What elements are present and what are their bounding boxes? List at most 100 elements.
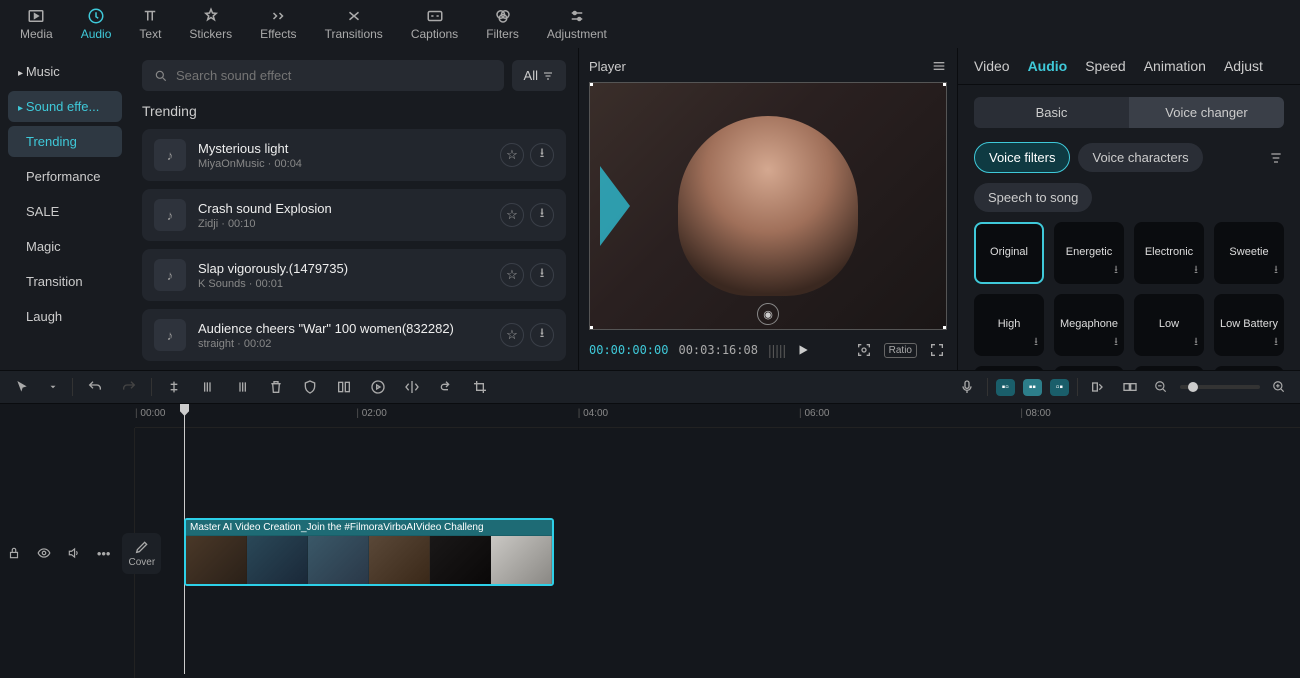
- track-area[interactable]: Master AI Video Creation_Join the #Filmo…: [135, 428, 1300, 678]
- visibility-button[interactable]: [33, 542, 55, 564]
- download-icon: ⭳: [1114, 261, 1118, 280]
- tab-filters[interactable]: Filters: [474, 3, 531, 45]
- sound-item[interactable]: ♪Audience cheers "War" 100 women(832282)…: [142, 309, 566, 361]
- redo-button[interactable]: [117, 375, 141, 399]
- mic-button[interactable]: [955, 375, 979, 399]
- undo-button[interactable]: [83, 375, 107, 399]
- sound-item[interactable]: ♪Slap vigorously.(1479735)K Sounds · 00:…: [142, 249, 566, 301]
- tab-captions[interactable]: Captions: [399, 3, 470, 45]
- download-button[interactable]: ⭳: [530, 143, 554, 167]
- download-icon: ⭳: [1194, 333, 1198, 352]
- filter-all-button[interactable]: All: [512, 60, 566, 91]
- voice-tile-vinyl[interactable]: Vinyl⭳: [974, 366, 1044, 370]
- zoom-out-button[interactable]: [1150, 376, 1172, 398]
- mute-button[interactable]: [63, 542, 85, 564]
- resize-handle[interactable]: [943, 82, 947, 86]
- sidebar-item-trending[interactable]: Trending: [8, 126, 122, 157]
- tab-text[interactable]: Text: [127, 3, 173, 45]
- tab-voice-changer[interactable]: Voice changer: [1129, 97, 1284, 128]
- voice-tile-low[interactable]: Low⭳: [1134, 294, 1204, 356]
- voice-tile-electronic[interactable]: Electronic⭳: [1134, 222, 1204, 284]
- trim-start-button[interactable]: [196, 375, 220, 399]
- zoom-fit-button[interactable]: [1268, 376, 1290, 398]
- favorite-button[interactable]: ☆: [500, 263, 524, 287]
- pill-voice-characters[interactable]: Voice characters: [1078, 143, 1202, 172]
- download-button[interactable]: ⭳: [530, 323, 554, 347]
- more-button[interactable]: •••: [93, 542, 115, 565]
- sound-item[interactable]: ♪Mysterious lightMiyaOnMusic · 00:04☆⭳: [142, 129, 566, 181]
- favorite-button[interactable]: ☆: [500, 323, 524, 347]
- snap-button[interactable]: [1118, 375, 1142, 399]
- voice-tile-mic-hog[interactable]: Mic Hog⭳: [1214, 366, 1284, 370]
- prop-tab-animation[interactable]: Animation: [1144, 58, 1206, 74]
- speed-button[interactable]: [366, 375, 390, 399]
- voice-tile-tremble[interactable]: Tremble⭳: [1134, 366, 1204, 370]
- voice-tile-sweetie[interactable]: Sweetie⭳: [1214, 222, 1284, 284]
- sidebar-item-magic[interactable]: Magic: [8, 231, 122, 262]
- voice-tile-lo-fi[interactable]: Lo-Fi⭳: [1054, 366, 1124, 370]
- voice-tile-megaphone[interactable]: Megaphone⭳: [1054, 294, 1124, 356]
- player-menu-button[interactable]: [931, 58, 947, 74]
- magnet-center[interactable]: ▪▪: [1023, 379, 1042, 396]
- split-view-button[interactable]: [1086, 375, 1110, 399]
- player-preview[interactable]: ◉: [589, 82, 947, 330]
- prop-tab-adjust[interactable]: Adjust: [1224, 58, 1263, 74]
- properties-panel: Video Audio Speed Animation Adjust Basic…: [958, 48, 1300, 370]
- mirror-button[interactable]: [400, 375, 424, 399]
- fullscreen-button[interactable]: [927, 340, 947, 360]
- resize-handle[interactable]: [589, 326, 593, 330]
- pill-voice-filters[interactable]: Voice filters: [974, 142, 1070, 173]
- crop-button[interactable]: [468, 375, 492, 399]
- tab-basic[interactable]: Basic: [974, 97, 1129, 128]
- split-button[interactable]: [162, 375, 186, 399]
- ratio-button[interactable]: Ratio: [884, 343, 917, 358]
- download-button[interactable]: ⭳: [530, 263, 554, 287]
- video-clip[interactable]: Master AI Video Creation_Join the #Filmo…: [184, 518, 554, 586]
- pill-speech-to-song[interactable]: Speech to song: [974, 183, 1092, 212]
- snapshot-button[interactable]: [854, 340, 874, 360]
- prop-tab-video[interactable]: Video: [974, 58, 1010, 74]
- prop-tab-speed[interactable]: Speed: [1085, 58, 1125, 74]
- resize-handle[interactable]: [943, 326, 947, 330]
- magnet-left[interactable]: ▪▫: [996, 379, 1015, 396]
- sidebar-item-performance[interactable]: Performance: [8, 161, 122, 192]
- download-button[interactable]: ⭳: [530, 203, 554, 227]
- sidebar-item-sound-effects[interactable]: Sound effe...: [8, 91, 122, 122]
- cursor-dropdown[interactable]: [44, 378, 62, 396]
- sidebar-item-sale[interactable]: SALE: [8, 196, 122, 227]
- tab-stickers[interactable]: Stickers: [177, 3, 244, 45]
- tab-audio[interactable]: Audio: [69, 3, 124, 45]
- marker-button[interactable]: [298, 375, 322, 399]
- search-input[interactable]: [176, 68, 492, 83]
- voice-tile-low-battery[interactable]: Low Battery⭳: [1214, 294, 1284, 356]
- sidebar-item-music[interactable]: Music: [8, 56, 122, 87]
- tab-media[interactable]: Media: [8, 3, 65, 45]
- time-ruler[interactable]: 00:0002:0004:0006:0008:00: [135, 404, 1300, 428]
- resize-handle[interactable]: [589, 82, 593, 86]
- tab-transitions[interactable]: Transitions: [313, 3, 395, 45]
- magnet-right[interactable]: ▫▪: [1050, 379, 1069, 396]
- play-button[interactable]: [796, 343, 810, 357]
- cursor-tool[interactable]: [10, 375, 34, 399]
- sidebar-item-transition[interactable]: Transition: [8, 266, 122, 297]
- layout-button[interactable]: [332, 375, 356, 399]
- player-controls: 00:00:00:00 00:03:16:08 ||||| Ratio: [589, 330, 947, 360]
- sidebar-item-laugh[interactable]: Laugh: [8, 301, 122, 332]
- zoom-handle[interactable]: [1188, 382, 1198, 392]
- sound-item[interactable]: ♪Crash sound ExplosionZidji · 00:10☆⭳: [142, 189, 566, 241]
- prop-tab-audio[interactable]: Audio: [1028, 58, 1068, 74]
- favorite-button[interactable]: ☆: [500, 203, 524, 227]
- sort-button[interactable]: [1268, 150, 1284, 166]
- rotate-button[interactable]: [434, 375, 458, 399]
- favorite-button[interactable]: ☆: [500, 143, 524, 167]
- lock-track-button[interactable]: [3, 542, 25, 564]
- trim-end-button[interactable]: [230, 375, 254, 399]
- tab-adjustment[interactable]: Adjustment: [535, 3, 619, 45]
- voice-tile-energetic[interactable]: Energetic⭳: [1054, 222, 1124, 284]
- voice-tile-original[interactable]: Original: [974, 222, 1044, 284]
- tab-effects[interactable]: Effects: [248, 3, 308, 45]
- search-box[interactable]: [142, 60, 504, 91]
- voice-tile-high[interactable]: High⭳: [974, 294, 1044, 356]
- delete-button[interactable]: [264, 375, 288, 399]
- zoom-slider[interactable]: [1180, 385, 1260, 389]
